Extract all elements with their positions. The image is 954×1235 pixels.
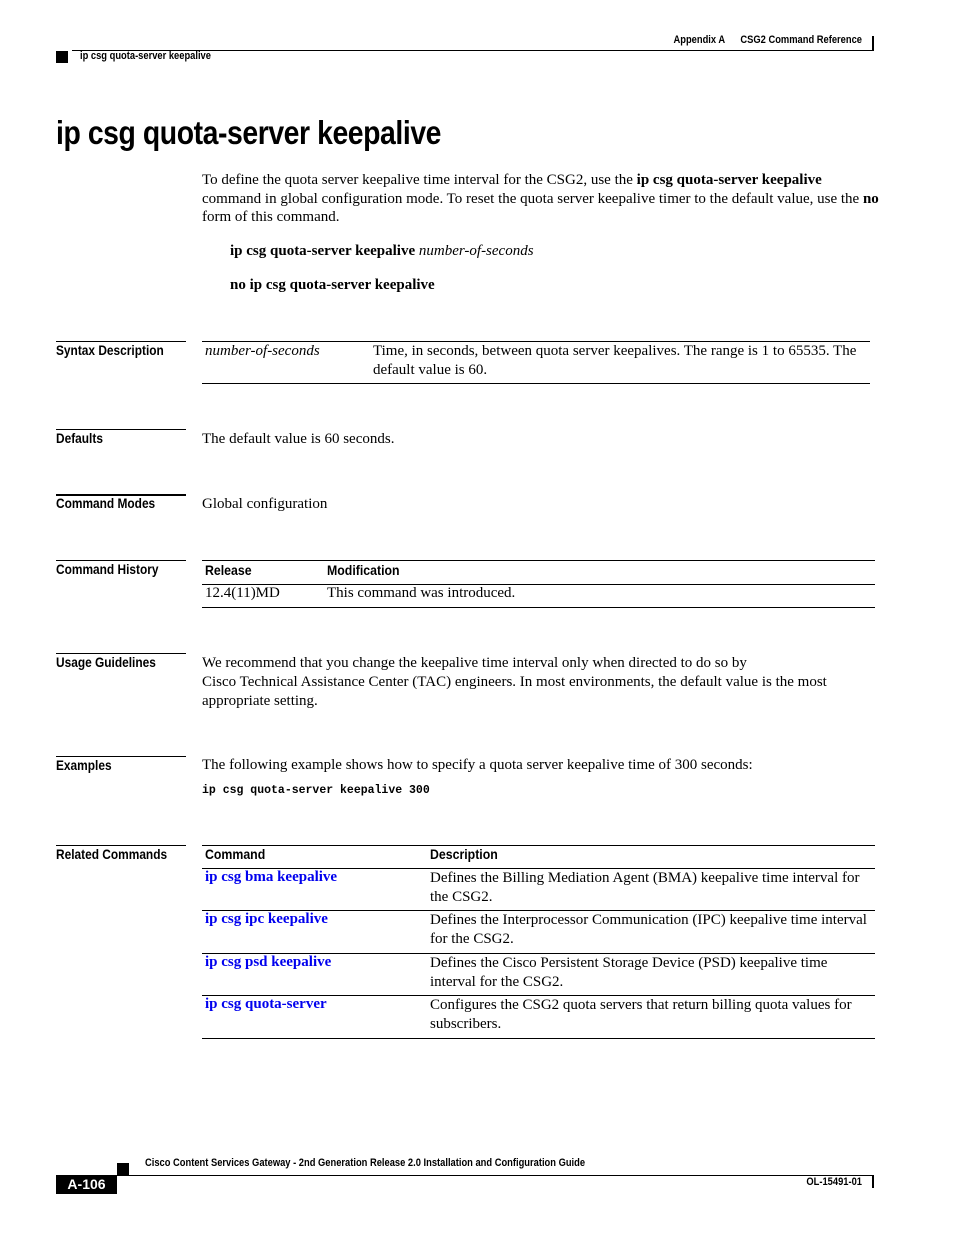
intro-command: ip csg quota-server keepalive xyxy=(636,172,822,188)
table-rule xyxy=(202,584,875,585)
syntax-argument: number-of-seconds xyxy=(418,243,534,259)
table-rule xyxy=(202,1038,875,1039)
syntax-param: number-of-seconds xyxy=(205,342,320,361)
footer-doc-number: OL-15491-01 xyxy=(806,1176,862,1188)
syntax-param-description: Time, in seconds, between quota server k… xyxy=(373,343,857,378)
command-modes-text: Global configuration xyxy=(202,496,328,512)
header-running-title: ip csg quota-server keepalive xyxy=(80,50,211,62)
related-command-description: Defines the Interprocessor Communication… xyxy=(430,912,867,947)
related-command-description: Defines the Billing Mediation Agent (BMA… xyxy=(430,870,860,905)
param-name: number-of-seconds xyxy=(205,343,320,359)
section-label-command-history: Command History xyxy=(56,561,159,577)
footer-marker-block xyxy=(117,1163,129,1175)
header-marker-block xyxy=(56,51,68,63)
page-number: A-106 xyxy=(56,1175,117,1194)
footer-guide-title: Cisco Content Services Gateway - 2nd Gen… xyxy=(145,1157,586,1169)
header-chapter-title: CSG2 Command Reference xyxy=(740,34,862,46)
section-label-command-modes: Command Modes xyxy=(56,495,156,511)
history-release: 12.4(11)MD xyxy=(205,585,280,601)
section-label-usage-guidelines: Usage Guidelines xyxy=(56,654,156,670)
related-command-link[interactable]: ip csg psd keepalive xyxy=(205,954,331,971)
section-label-related-commands: Related Commands xyxy=(56,846,168,862)
related-command-link[interactable]: ip csg ipc keepalive xyxy=(205,911,328,928)
related-command-link[interactable]: ip csg bma keepalive xyxy=(205,869,337,886)
section-label-defaults: Defaults xyxy=(56,430,103,446)
related-command-link[interactable]: ip csg quota-server xyxy=(205,996,327,1013)
syntax-no-command: no ip csg quota-server keepalive xyxy=(230,277,435,293)
example-code: ip csg quota-server keepalive 300 xyxy=(202,784,430,797)
section-label-syntax-description: Syntax Description xyxy=(56,342,164,358)
header-chapter: Appendix A CSG2 Command Reference xyxy=(605,34,862,46)
examples-text: The following example shows how to speci… xyxy=(202,757,753,773)
syntax-line: ip csg quota-server keepalive number-of-… xyxy=(230,242,534,261)
usage-line-2: Cisco Technical Assistance Center (TAC) … xyxy=(202,674,827,709)
footer-vertical-bar xyxy=(872,1176,874,1188)
intro-text: form of this command. xyxy=(202,209,340,225)
usage-line-1: We recommend that you change the keepali… xyxy=(202,655,747,671)
table-rule xyxy=(202,560,875,561)
column-header-description: Description xyxy=(430,846,498,862)
syntax-command: ip csg quota-server keepalive xyxy=(230,243,416,259)
syntax-line-no: no ip csg quota-server keepalive xyxy=(230,276,435,295)
intro-text: command in global configuration mode. To… xyxy=(202,190,863,207)
related-command-description: Defines the Cisco Persistent Storage Dev… xyxy=(430,955,828,990)
intro-text: To define the quota server keepalive tim… xyxy=(202,172,637,188)
header-appendix: Appendix A xyxy=(673,34,726,46)
history-modification: This command was introduced. xyxy=(327,585,516,601)
header-vertical-bar xyxy=(872,36,874,51)
section-label-examples: Examples xyxy=(56,757,112,773)
column-header-release: Release xyxy=(205,562,252,578)
table-rule xyxy=(202,383,870,384)
intro-paragraph: To define the quota server keepalive tim… xyxy=(202,171,882,227)
related-command-description: Configures the CSG2 quota servers that r… xyxy=(430,997,852,1032)
column-header-modification: Modification xyxy=(327,562,400,578)
defaults-text: The default value is 60 seconds. xyxy=(202,431,395,447)
table-rule xyxy=(202,845,875,846)
column-header-command: Command xyxy=(205,846,266,862)
page-title: ip csg quota-server keepalive xyxy=(56,114,442,151)
table-rule xyxy=(202,607,875,608)
intro-no-keyword: no xyxy=(862,190,879,207)
